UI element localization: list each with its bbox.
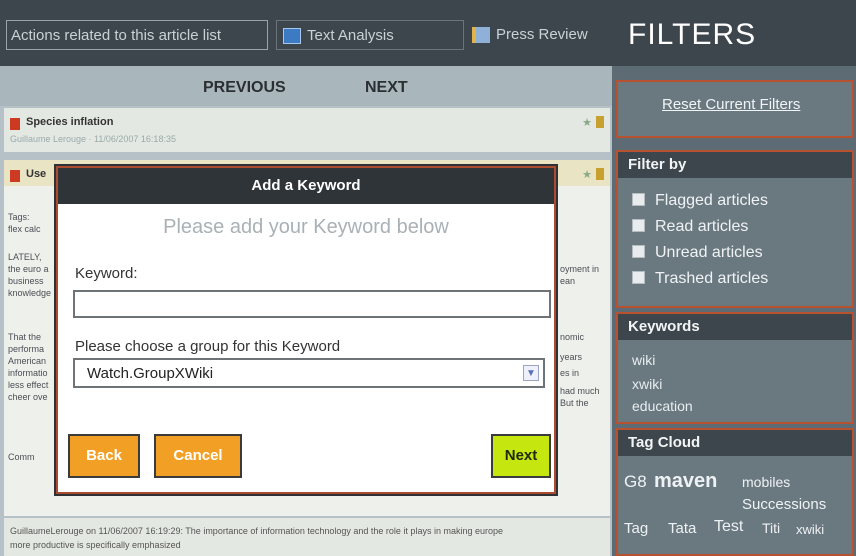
tag-link[interactable]: maven bbox=[654, 470, 717, 493]
article-text-line: years bbox=[560, 352, 583, 362]
cancel-button[interactable]: Cancel bbox=[154, 434, 242, 478]
text-analysis-icon bbox=[283, 28, 301, 45]
reset-filters-box: Reset Current Filters bbox=[616, 80, 854, 138]
keyword-item[interactable]: wiki bbox=[632, 352, 655, 368]
article-text-line: oyment in bbox=[560, 264, 600, 274]
tag-link[interactable]: Tag bbox=[624, 520, 648, 537]
star-icon[interactable]: ★ bbox=[582, 116, 592, 129]
previous-link[interactable]: PREVIOUS bbox=[203, 79, 286, 97]
article-text-line: That the bbox=[8, 332, 42, 342]
article-text-line: es in bbox=[560, 368, 580, 378]
press-review-button[interactable]: Press Review bbox=[466, 20, 606, 50]
article-meta: Guillaume Lerouge · 11/06/2007 16:18:35 bbox=[10, 134, 176, 144]
article-text-line: informatio bbox=[8, 368, 48, 378]
tag-cloud-heading: Tag Cloud bbox=[618, 430, 852, 456]
trash-icon[interactable] bbox=[596, 168, 604, 180]
flag-icon[interactable] bbox=[10, 170, 20, 182]
article-text-line: performa bbox=[8, 344, 45, 354]
dialog-title: Add a Keyword bbox=[58, 168, 554, 204]
keyword-item[interactable]: xwiki bbox=[632, 376, 662, 392]
filters-title: FILTERS bbox=[628, 18, 757, 51]
article-text-line: ean bbox=[560, 276, 576, 286]
filter-option-read[interactable]: Read articles bbox=[632, 218, 748, 236]
article-text-line: less effect bbox=[8, 380, 49, 390]
tag-link[interactable]: Successions bbox=[742, 496, 826, 513]
flag-icon[interactable] bbox=[10, 118, 20, 130]
comment-text: more productive is specifically emphasiz… bbox=[10, 540, 181, 550]
tag-link[interactable]: xwiki bbox=[796, 522, 824, 537]
article-title[interactable]: Species inflation bbox=[26, 116, 113, 128]
keywords-heading: Keywords bbox=[618, 314, 852, 340]
article-text-line: But the bbox=[560, 398, 589, 408]
article-title[interactable]: Use bbox=[26, 168, 46, 180]
trash-icon[interactable] bbox=[596, 116, 604, 128]
back-button[interactable]: Back bbox=[68, 434, 140, 478]
next-button[interactable]: Next bbox=[491, 434, 551, 478]
pager: PREVIOUS NEXT bbox=[0, 66, 612, 106]
keywords-box: Keywords wiki xwiki education bbox=[616, 312, 854, 424]
reset-filters-link[interactable]: Reset Current Filters bbox=[662, 96, 800, 113]
next-link[interactable]: NEXT bbox=[365, 79, 408, 97]
article-text-line: knowledge bbox=[8, 288, 52, 298]
article-item[interactable]: Species inflation Guillaume Lerouge · 11… bbox=[4, 108, 610, 152]
checkbox[interactable] bbox=[632, 193, 645, 206]
press-review-icon bbox=[472, 27, 490, 44]
filter-by-box: Filter by Flagged articles Read articles… bbox=[616, 150, 854, 308]
keyword-item[interactable]: education bbox=[632, 398, 693, 414]
tag-link[interactable]: Test bbox=[714, 518, 743, 536]
press-review-label: Press Review bbox=[496, 26, 588, 44]
article-text-line: the euro a bbox=[8, 264, 49, 274]
group-label: Please choose a group for this Keyword bbox=[75, 338, 341, 355]
text-analysis-label: Text Analysis bbox=[307, 27, 394, 45]
tag-link[interactable]: Titi bbox=[762, 520, 780, 536]
add-keyword-dialog: Add a Keyword Please add your Keyword be… bbox=[56, 166, 556, 494]
keyword-label: Keyword: bbox=[75, 265, 138, 282]
filters-header: FILTERS bbox=[612, 0, 856, 66]
article-text-line: Tags: bbox=[8, 212, 30, 222]
checkbox[interactable] bbox=[632, 245, 645, 258]
filter-option-label: Read articles bbox=[655, 218, 749, 235]
comments-label[interactable]: Comm bbox=[8, 452, 35, 462]
article-text-line: American bbox=[8, 356, 47, 366]
comment-item: GuillaumeLerouge on 11/06/2007 16:19:29:… bbox=[4, 518, 610, 556]
article-text-line: business bbox=[8, 276, 44, 286]
filter-by-heading: Filter by bbox=[618, 152, 852, 178]
star-icon[interactable]: ★ bbox=[582, 168, 592, 181]
filter-option-unread[interactable]: Unread articles bbox=[632, 244, 763, 262]
article-text-line: cheer ove bbox=[8, 392, 48, 402]
article-text-line: had much bbox=[560, 386, 600, 396]
dialog-subtitle: Please add your Keyword below bbox=[163, 216, 449, 238]
tag-link[interactable]: G8 bbox=[624, 472, 647, 492]
tag-cloud-box: Tag Cloud G8 maven mobiles Successions T… bbox=[616, 428, 854, 556]
checkbox[interactable] bbox=[632, 219, 645, 232]
filter-option-flagged[interactable]: Flagged articles bbox=[632, 192, 768, 210]
filter-option-trashed[interactable]: Trashed articles bbox=[632, 270, 768, 288]
chevron-down-icon[interactable]: ▼ bbox=[523, 365, 539, 381]
actions-label: Actions related to this article list bbox=[6, 20, 268, 50]
filter-option-label: Trashed articles bbox=[655, 270, 769, 287]
group-selected-value: Watch.GroupXWiki bbox=[87, 365, 214, 382]
checkbox[interactable] bbox=[632, 271, 645, 284]
article-text-line: LATELY, bbox=[8, 252, 42, 262]
text-analysis-button[interactable]: Text Analysis bbox=[276, 20, 464, 50]
article-text-line: flex calc bbox=[8, 224, 41, 234]
comment-text: GuillaumeLerouge on 11/06/2007 16:19:29:… bbox=[10, 526, 503, 536]
article-list-toolbar: Actions related to this article list Tex… bbox=[0, 0, 612, 66]
article-text-line: nomic bbox=[560, 332, 585, 342]
keyword-input[interactable] bbox=[73, 290, 551, 318]
tag-link[interactable]: mobiles bbox=[742, 474, 790, 490]
filter-option-label: Unread articles bbox=[655, 244, 763, 261]
tag-link[interactable]: Tata bbox=[668, 520, 696, 537]
group-select[interactable]: Watch.GroupXWiki ▼ bbox=[73, 358, 545, 388]
filter-option-label: Flagged articles bbox=[655, 192, 768, 209]
